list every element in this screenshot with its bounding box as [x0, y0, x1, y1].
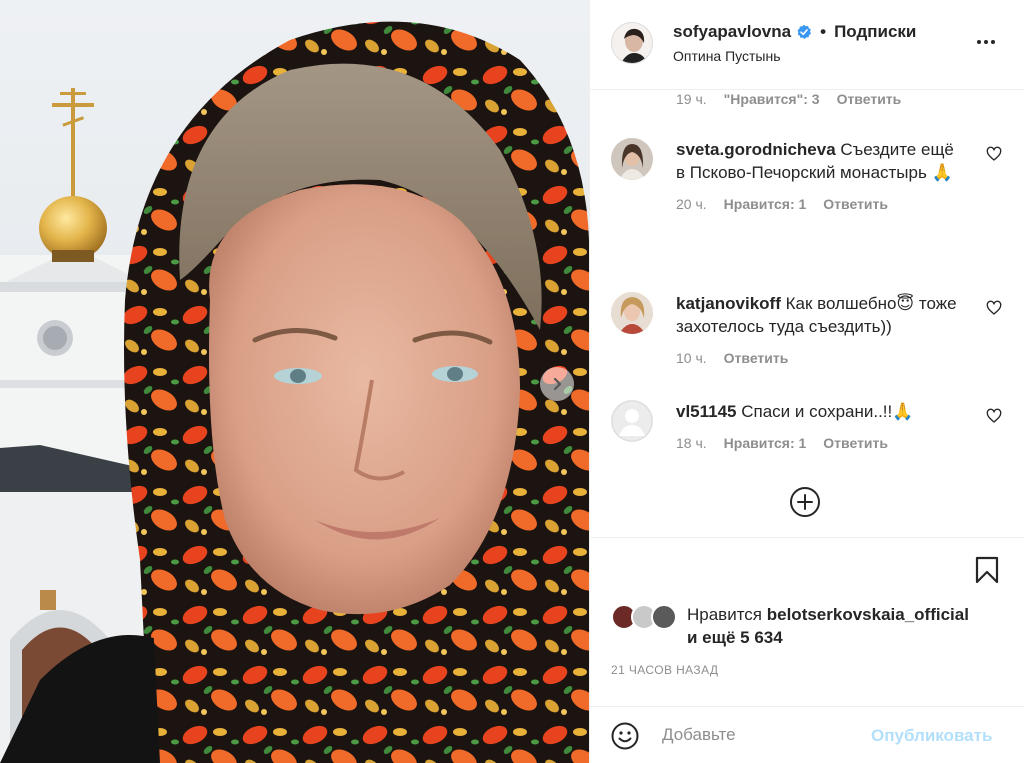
save-post-button[interactable] — [975, 556, 999, 589]
comment-meta: 18 ч. Нравится: 1 Ответить — [676, 432, 966, 455]
liker-avatars — [611, 604, 681, 630]
post-header: sofyapavlovna • Подписки Оптина Пустынь — [590, 0, 1024, 90]
add-comment-bar: Опубликовать — [590, 706, 1024, 763]
comment-time: 20 ч. — [676, 196, 707, 212]
post-timestamp[interactable]: 21 ЧАСОВ НАЗАД — [611, 663, 718, 677]
commenter-avatar[interactable] — [611, 400, 653, 442]
heart-outline-icon — [986, 408, 1002, 423]
comment-time: 18 ч. — [676, 435, 707, 451]
avatar-image — [611, 138, 653, 180]
author-line: sofyapavlovna • Подписки — [673, 22, 916, 42]
likes-text: Нравится belotserkovskaia_official и ещё… — [687, 603, 969, 649]
comment-input[interactable] — [662, 721, 862, 749]
chevron-right-icon — [553, 377, 562, 391]
comment-text-block: katjanovikoff Как волшебно😇 тоже захотел… — [676, 292, 966, 370]
comment-text-block: sveta.gorodnicheva Съездите ещё в Псково… — [676, 138, 966, 216]
reply-button[interactable]: Ответить — [823, 432, 888, 455]
next-photo-button[interactable] — [540, 367, 574, 401]
comment-text-block: vl51145 Спаси и сохрани..!!🙏 18 ч. Нрави… — [676, 400, 966, 455]
commenter-avatar[interactable] — [611, 138, 653, 180]
post-location[interactable]: Оптина Пустынь — [673, 48, 781, 64]
reply-button[interactable]: Ответить — [837, 91, 902, 107]
comment-likes-count[interactable]: "Нравится": 3 — [724, 91, 820, 107]
liker-avatar — [651, 604, 677, 630]
heart-outline-icon — [986, 300, 1002, 315]
separator-dot: • — [820, 22, 827, 41]
heart-outline-icon — [986, 146, 1002, 161]
publish-comment-button[interactable]: Опубликовать — [871, 726, 992, 746]
comment-likes-count[interactable]: Нравится: 1 — [724, 432, 807, 455]
like-comment-button[interactable] — [986, 300, 1002, 321]
plus-circle-icon — [790, 487, 820, 517]
likes-summary: Нравится belotserkovskaia_official и ещё… — [611, 604, 969, 649]
verified-badge-icon — [796, 24, 812, 40]
post-photo — [0, 0, 589, 763]
selfie-photo — [0, 0, 589, 763]
comment-time: 19 ч. — [676, 91, 707, 107]
author-avatar[interactable] — [611, 22, 653, 64]
comment-likes-count[interactable]: Нравится: 1 — [724, 193, 807, 216]
default-avatar-icon — [611, 400, 653, 442]
likes-others-count[interactable]: и ещё 5 634 — [687, 628, 783, 647]
more-options-button[interactable] — [974, 30, 998, 59]
liker-username[interactable]: belotserkovskaia_official — [767, 605, 969, 624]
smiley-icon — [611, 722, 639, 750]
reply-button[interactable]: Ответить — [823, 193, 888, 216]
comment-time: 10 ч. — [676, 350, 707, 366]
more-horizontal-icon — [977, 40, 995, 44]
comment-meta: 10 ч. Ответить — [676, 347, 966, 370]
commenter-username[interactable]: vl51145 — [676, 402, 737, 421]
avatar-image — [612, 23, 652, 63]
comment-meta-previous: 19 ч. "Нравится": 3 Ответить — [676, 91, 901, 107]
commenter-username[interactable]: katjanovikoff — [676, 294, 781, 313]
avatar-image — [611, 292, 653, 334]
commenter-avatar[interactable] — [611, 292, 653, 334]
reply-button[interactable]: Ответить — [724, 347, 789, 370]
load-more-comments-button[interactable] — [789, 486, 821, 523]
bookmark-icon — [975, 556, 999, 584]
commenter-username[interactable]: sveta.gorodnicheva — [676, 140, 836, 159]
comment-meta: 20 ч. Нравится: 1 Ответить — [676, 193, 966, 216]
comments-list[interactable]: 19 ч. "Нравится": 3 Ответить sveta.gorod… — [590, 91, 1024, 536]
post-side-panel: sofyapavlovna • Подписки Оптина Пустынь … — [589, 0, 1024, 763]
emoji-button[interactable] — [611, 722, 639, 755]
likes-prefix: Нравится — [687, 605, 767, 624]
comment-text: Спаси и сохрани..!!🙏 — [736, 402, 914, 421]
like-comment-button[interactable] — [986, 146, 1002, 167]
like-comment-button[interactable] — [986, 408, 1002, 429]
following-button[interactable]: Подписки — [834, 22, 916, 42]
post-actions: Нравится belotserkovskaia_official и ещё… — [590, 537, 1024, 697]
author-username[interactable]: sofyapavlovna — [673, 22, 791, 42]
